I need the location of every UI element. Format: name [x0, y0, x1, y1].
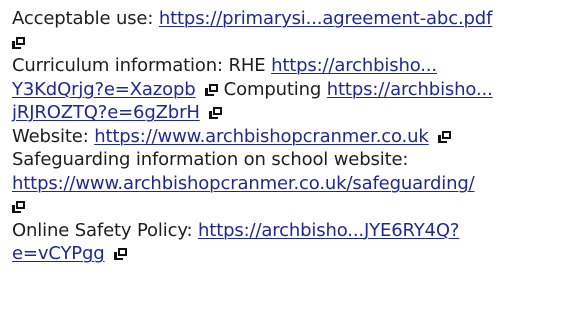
- open-in-new-window-icon[interactable]: [205, 83, 219, 96]
- curriculum-rhe-line: Curriculum information: RHE https://arch…: [12, 54, 583, 78]
- online-safety-line: Online Safety Policy: https://archbisho.…: [12, 219, 583, 243]
- website-link[interactable]: https://www.archbishopcranmer.co.uk: [94, 126, 429, 147]
- online-safety-link-part1[interactable]: https://archbisho...JYE6RY4Q?: [198, 220, 459, 241]
- online-safety-link-line: e=vCYPgg: [12, 242, 583, 266]
- safeguarding-label: Safeguarding information on school websi…: [12, 149, 409, 170]
- computing-link-part1[interactable]: https://archbisho...: [327, 79, 493, 100]
- online-safety-label: Online Safety Policy:: [12, 219, 193, 241]
- curriculum-rhe-computing-line: Y3KdQrjg?e=Xazopb Computing https://arch…: [12, 78, 583, 102]
- acceptable-use-link[interactable]: https://primarysi...agreement-abc.pdf: [159, 8, 493, 29]
- safeguarding-icon-line: [12, 195, 583, 219]
- computing-link-part2[interactable]: jRJROZTQ?e=6gZbrH: [12, 102, 200, 123]
- acceptable-use-label: Acceptable use:: [12, 8, 154, 29]
- open-in-new-window-icon[interactable]: [12, 201, 25, 213]
- online-safety-link-part2[interactable]: e=vCYPgg: [12, 243, 105, 264]
- curriculum-rhe-link-part1[interactable]: https://archbisho...: [271, 55, 437, 76]
- open-in-new-window-icon[interactable]: [114, 248, 128, 260]
- safeguarding-label-line: Safeguarding information on school websi…: [12, 148, 583, 172]
- safeguarding-link-line: https://www.archbishopcranmer.co.uk/safe…: [12, 172, 583, 196]
- curriculum-rhe-link-part2[interactable]: Y3KdQrjg?e=Xazopb: [12, 79, 196, 100]
- curriculum-rhe-label: Curriculum information: RHE: [12, 55, 266, 76]
- open-in-new-window-icon[interactable]: [438, 130, 452, 143]
- computing-label: Computing: [223, 78, 322, 100]
- resource-links-list: Acceptable use: https://primarysi...agre…: [0, 0, 583, 266]
- acceptable-use-icon-line: [12, 31, 583, 55]
- acceptable-use-line: Acceptable use: https://primarysi...agre…: [12, 7, 583, 31]
- website-label: Website:: [12, 125, 89, 147]
- open-in-new-window-icon[interactable]: [12, 36, 25, 49]
- website-line: Website: https://www.archbishopcranmer.c…: [12, 125, 583, 149]
- open-in-new-window-icon[interactable]: [209, 107, 223, 119]
- computing-link-line: jRJROZTQ?e=6gZbrH: [12, 101, 583, 125]
- safeguarding-link[interactable]: https://www.archbishopcranmer.co.uk/safe…: [12, 173, 475, 194]
